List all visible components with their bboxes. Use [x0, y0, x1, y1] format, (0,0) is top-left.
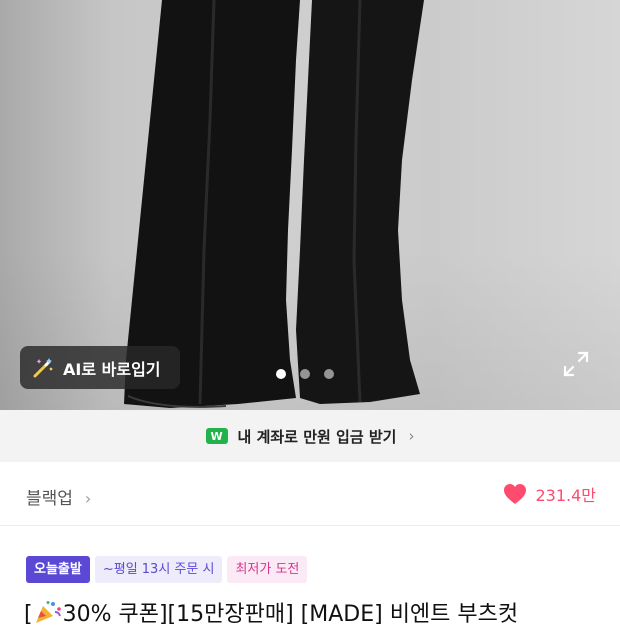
- title-prefix: [: [24, 602, 33, 627]
- heart-icon: [504, 484, 527, 504]
- brand-name: 블랙업: [26, 489, 73, 509]
- wallet-icon: W: [205, 428, 228, 444]
- brand-row: 블랙업 › 231.4만: [0, 470, 620, 526]
- ai-try-on-label: AI로 바로입기: [63, 359, 161, 379]
- product-badges: 오늘출발 ~평일 13시 주문 시 최저가 도전: [26, 556, 308, 583]
- like-button[interactable]: 231.4만: [503, 482, 596, 506]
- party-popper-icon: [35, 601, 61, 623]
- carousel-dot[interactable]: [276, 369, 286, 379]
- product-title: [ 30% 쿠폰][15만장판매] [MADE] 비엔트 부츠컷: [24, 596, 518, 628]
- account-deposit-banner[interactable]: W 내 계좌로 만원 입금 받기 ›: [0, 410, 620, 462]
- expand-icon[interactable]: [562, 350, 590, 378]
- magic-wand-icon: [33, 357, 53, 377]
- product-image[interactable]: AI로 바로입기: [0, 0, 620, 410]
- chevron-right-icon: ›: [84, 489, 92, 508]
- order-deadline-badge: ~평일 13시 주문 시: [94, 556, 223, 583]
- carousel-indicator: [276, 369, 334, 379]
- today-shipping-badge: 오늘출발: [26, 556, 90, 583]
- chevron-right-icon: ›: [408, 427, 415, 445]
- like-count: 231.4만: [535, 486, 596, 505]
- title-text: 30% 쿠폰][15만장판매] [MADE] 비엔트 부츠컷: [62, 602, 519, 627]
- lowest-price-badge: 최저가 도전: [227, 556, 308, 583]
- account-banner-label: 내 계좌로 만원 입금 받기: [237, 427, 397, 446]
- brand-link[interactable]: 블랙업 ›: [26, 484, 91, 509]
- carousel-dot[interactable]: [300, 369, 310, 379]
- ai-try-on-button[interactable]: AI로 바로입기: [20, 346, 180, 389]
- carousel-dot[interactable]: [324, 369, 334, 379]
